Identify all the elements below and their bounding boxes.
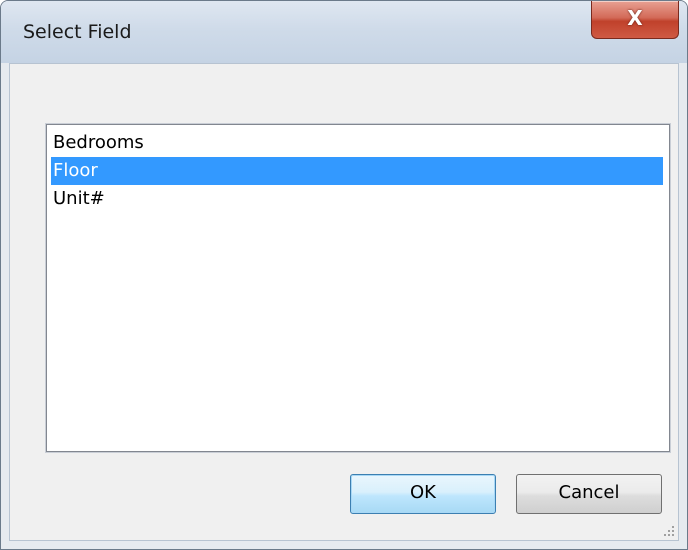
list-item-unit[interactable]: Unit# <box>51 185 663 213</box>
dialog-title: Select Field <box>23 21 132 43</box>
title-bar[interactable]: Select Field X <box>1 1 687 63</box>
close-button[interactable]: X <box>591 1 679 39</box>
resize-grip-icon[interactable] <box>660 522 674 536</box>
cancel-button[interactable]: Cancel <box>516 474 662 514</box>
select-field-dialog: Select Field X Bedrooms Floor Unit# OK C… <box>0 0 688 550</box>
dialog-body: Bedrooms Floor Unit# OK Cancel <box>9 63 679 541</box>
list-item-floor[interactable]: Floor <box>51 157 663 185</box>
field-listbox[interactable]: Bedrooms Floor Unit# <box>45 123 671 453</box>
ok-button[interactable]: OK <box>350 474 496 514</box>
list-item-bedrooms[interactable]: Bedrooms <box>51 129 663 157</box>
close-icon: X <box>627 6 643 30</box>
